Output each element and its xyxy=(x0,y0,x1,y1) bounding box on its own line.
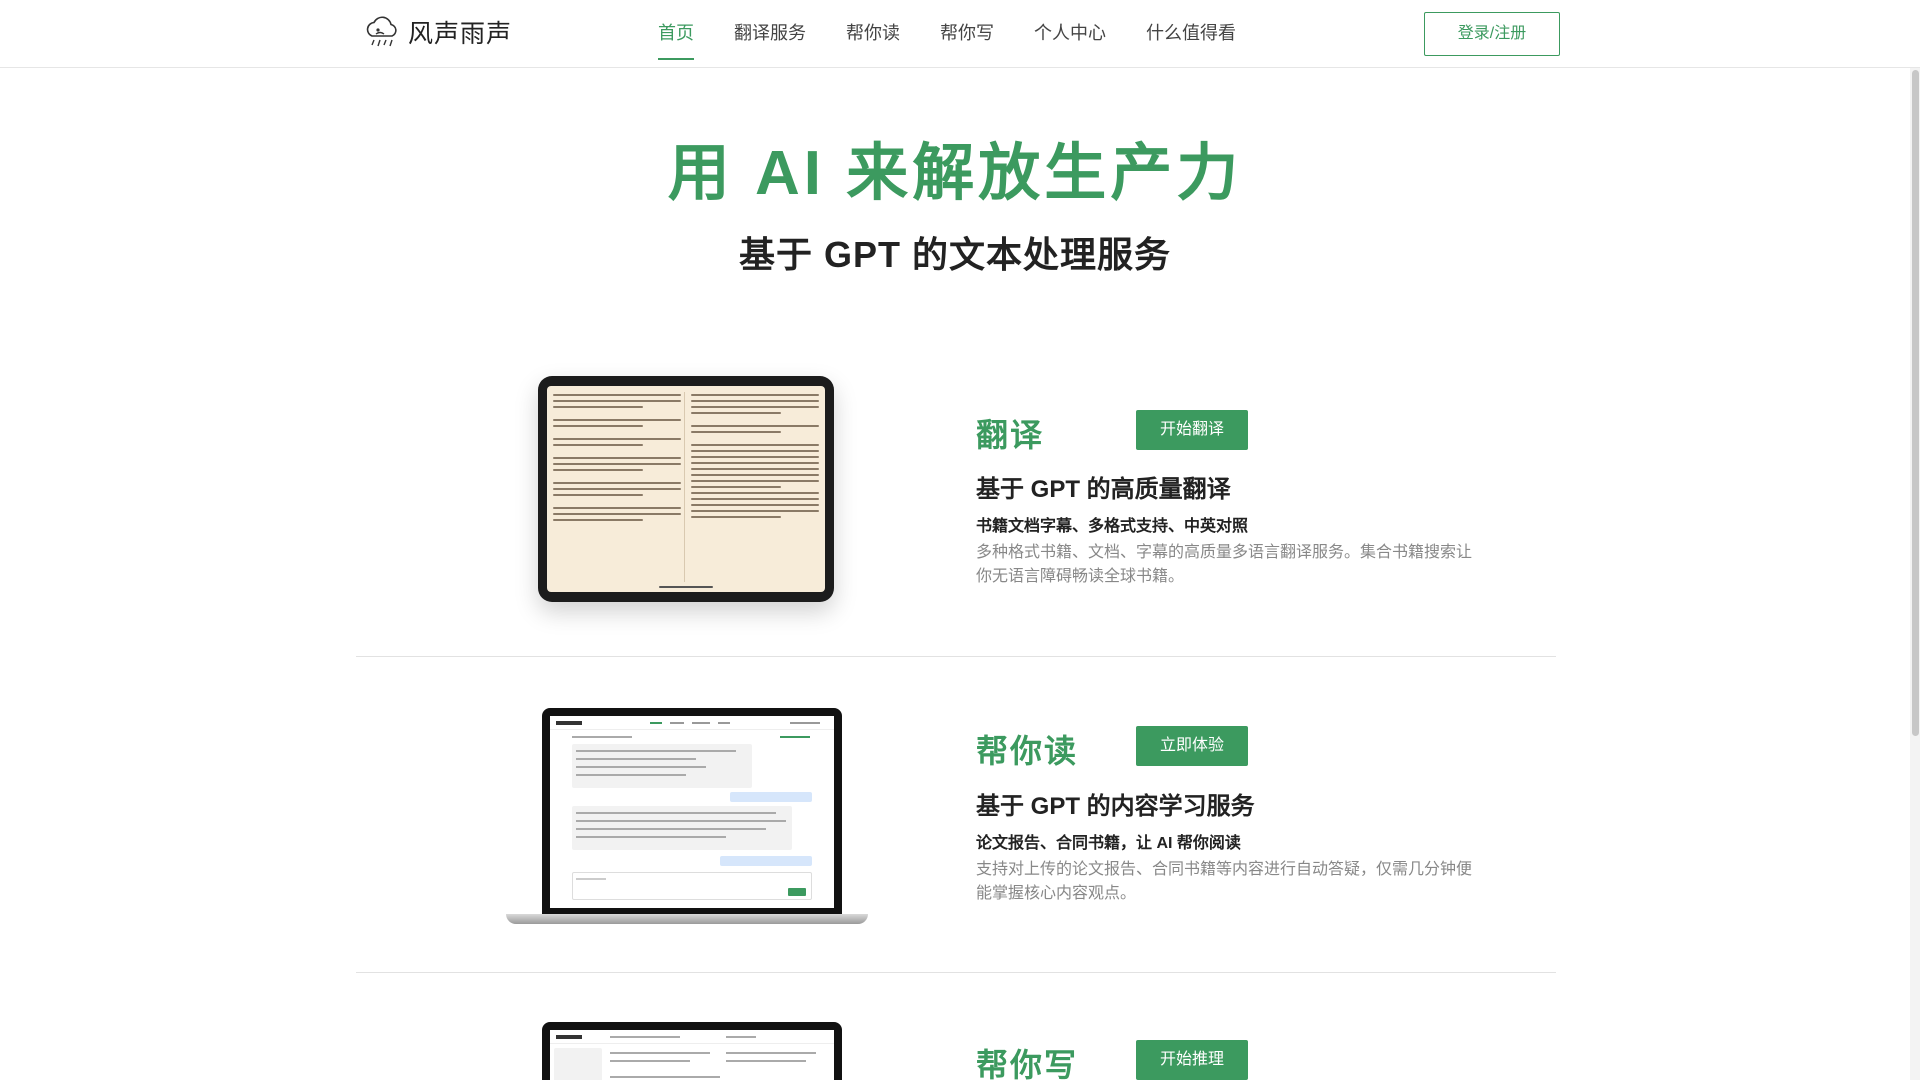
feature-description-read: 支持对上传的论文报告、合同书籍等内容进行自动答疑，仅需几分钟便能掌握核心内容观点… xyxy=(976,861,1473,902)
feature-title-write: 帮你写 xyxy=(976,1047,1079,1080)
translation-tablet-image xyxy=(538,376,834,602)
nav-translation[interactable]: 翻译服务 xyxy=(734,0,806,68)
feature-subtitle-translation: 基于 GPT 的高质量翻译 xyxy=(976,476,1231,503)
try-now-button[interactable]: 立即体验 xyxy=(1136,726,1248,766)
feature-description-translation: 多种格式书籍、文档、字幕的高质量多语言翻译服务。集合书籍搜索让你无语言障碍畅读全… xyxy=(976,544,1473,585)
nav-home[interactable]: 首页 xyxy=(658,0,694,68)
hero-title: 用 AI 来解放生产力 xyxy=(667,139,1243,208)
page-scrollbar-thumb[interactable] xyxy=(1912,70,1919,736)
nav-profile[interactable]: 个人中心 xyxy=(1034,0,1106,68)
main-nav: 首页 翻译服务 帮你读 帮你写 个人中心 什么值得看 xyxy=(658,0,1276,68)
feature-tags-translation: 书籍文档字幕、多格式支持、中英对照 xyxy=(976,518,1249,535)
nav-read[interactable]: 帮你读 xyxy=(846,0,900,68)
feature-title-read: 帮你读 xyxy=(976,733,1079,769)
site-logo[interactable]: 风声雨声 xyxy=(362,12,512,52)
write-laptop-image xyxy=(542,1022,842,1080)
rain-cloud-icon xyxy=(366,16,397,47)
feature-title-translation: 翻译 xyxy=(976,417,1045,453)
top-navbar: 风声雨声 首页 翻译服务 帮你读 帮你写 个人中心 什么值得看 登录/注册 xyxy=(0,0,1920,68)
feature-tags-read: 论文报告、合同书籍，让 AI 帮你阅读 xyxy=(976,835,1241,852)
logo-text: 风声雨声 xyxy=(408,20,513,48)
start-reasoning-button[interactable]: 开始推理 xyxy=(1136,1040,1248,1080)
section-divider xyxy=(356,972,1556,973)
login-register-button[interactable]: 登录/注册 xyxy=(1424,12,1560,56)
laptop-base xyxy=(506,914,868,924)
hero-subtitle: 基于 GPT 的文本处理服务 xyxy=(738,234,1171,275)
section-divider xyxy=(356,656,1556,657)
nav-write[interactable]: 帮你写 xyxy=(940,0,994,68)
nav-worth-reading[interactable]: 什么值得看 xyxy=(1146,0,1236,68)
feature-subtitle-read: 基于 GPT 的内容学习服务 xyxy=(976,793,1255,820)
start-translation-button[interactable]: 开始翻译 xyxy=(1136,410,1248,450)
laptop-screen xyxy=(550,716,834,908)
laptop-screen xyxy=(550,1030,834,1080)
read-laptop-image xyxy=(542,708,842,916)
tablet-screen xyxy=(547,386,825,592)
